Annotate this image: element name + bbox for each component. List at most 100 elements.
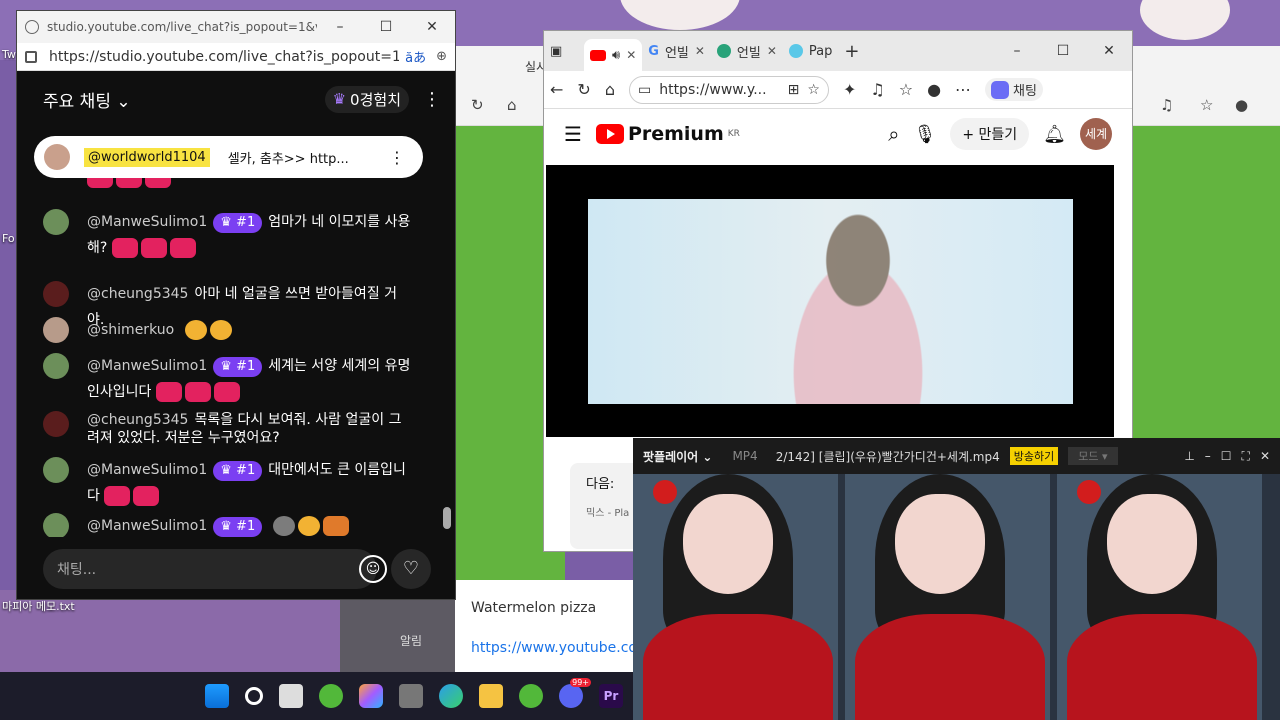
media-control-icon[interactable]: ♫ [870,80,884,99]
address-url[interactable]: https://www.y... [659,82,779,98]
tab-google[interactable]: G 언빌 ✕ [642,35,711,67]
chat-username[interactable]: @ManweSulimo1 [87,358,207,374]
live-chat-popup-window[interactable]: studio.youtube.com/live_chat?is_popout=1… [16,10,456,600]
favorites-icon[interactable]: ☆ [899,80,913,99]
chat-input[interactable]: 채팅... [43,549,377,589]
favorite-star-icon[interactable]: ☆ [807,82,820,98]
new-tab-button[interactable]: + [838,35,865,67]
store-icon[interactable] [399,684,423,708]
potplayer-window[interactable]: 팟플레이어 ⌄ MP4 2/142] [클립](우유)빨간가디건+세계.mp4 … [633,438,1280,720]
player-titlebar[interactable]: 팟플레이어 ⌄ MP4 2/142] [클립](우유)빨간가디건+세계.mp4 … [633,438,1280,474]
chat-username[interactable]: @ManweSulimo1 [87,214,207,230]
create-button[interactable]: + 만들기 [950,118,1030,150]
close-tab-icon[interactable]: ✕ [695,44,705,58]
minimize-button[interactable]: – [994,43,1040,59]
maximize-button[interactable]: ☐ [1221,449,1232,463]
maximize-button[interactable]: ☐ [1040,43,1086,59]
favorites-icon[interactable]: ☆ [1200,96,1213,114]
file-explorer-icon[interactable] [479,684,503,708]
avatar[interactable] [43,513,69,537]
edge-icon[interactable] [439,684,463,708]
home-icon[interactable]: ⌂ [605,80,615,99]
pinned-message[interactable]: @worldworld1104 셀카, 춤추>> http... ⋮ [34,136,423,178]
profile-icon[interactable]: ● [927,80,941,99]
more-options-icon[interactable]: ⋮ [423,89,441,110]
chat-username[interactable]: @shimerkuo [87,322,174,338]
task-view-icon[interactable] [279,684,303,708]
extension-icon[interactable]: ♫ [1160,96,1173,114]
chat-address-bar[interactable]: https://studio.youtube.com/live_chat?is_… [17,43,455,71]
player-menu[interactable]: 팟플레이어 ⌄ [643,448,712,465]
chat-username[interactable]: @cheung5345 [87,286,188,302]
heart-icon[interactable]: ♡ [391,549,431,589]
broadcast-button[interactable]: 방송하기 [1009,447,1059,465]
app-available-icon[interactable]: ⊞ [788,82,800,98]
avatar[interactable] [43,411,69,437]
lock-icon[interactable] [25,50,37,63]
close-tab-icon[interactable]: ✕ [767,44,777,58]
pinned-text[interactable]: 셀카, 춤추>> http... [228,148,389,167]
avatar[interactable] [43,457,69,483]
xp-badge[interactable]: ♛ 0경험치 [324,85,409,113]
emoji-picker-icon[interactable]: ☺ [359,555,387,583]
start-icon[interactable] [205,684,229,708]
app-icon[interactable] [519,684,543,708]
zoom-icon[interactable]: ⊕ [436,49,447,64]
avatar[interactable] [44,144,70,170]
back-icon[interactable]: ← [550,80,563,99]
background-link[interactable]: https://www.youtube.co [471,640,637,656]
address-bar[interactable]: ▭ https://www.y... ⊞ ☆ [628,75,829,104]
desktop-file-label[interactable]: 마피아 메모.txt [2,598,82,614]
chat-mode-dropdown[interactable]: 주요 채팅 ⌄ [43,87,325,112]
video-player[interactable] [546,165,1114,437]
extensions-icon[interactable]: ✦ [843,80,856,99]
refresh-icon[interactable]: ↻ [471,96,484,114]
close-button[interactable]: ✕ [1086,43,1132,59]
copilot-icon[interactable] [359,684,383,708]
search-icon[interactable]: ⌕ [888,122,899,146]
chat-scrollbar[interactable] [443,127,451,537]
player-video[interactable] [633,474,1280,720]
tab-actions-icon[interactable]: ▣ [544,35,584,67]
chat-url[interactable]: https://studio.youtube.com/live_chat?is_… [49,49,399,65]
home-icon[interactable]: ⌂ [507,96,517,114]
minimize-button[interactable]: – [1205,449,1211,463]
tab-chatgpt[interactable]: 언빌 ✕ [711,35,783,67]
premiere-icon[interactable]: Pr [599,684,623,708]
read-aloud-icon[interactable]: ăあ [405,47,426,66]
close-button[interactable]: ✕ [409,19,455,35]
app-icon[interactable] [319,684,343,708]
desktop-icon-label[interactable]: Fo [2,232,15,245]
avatar[interactable] [43,209,69,235]
youtube-premium-logo[interactable]: Premium KR [595,123,740,145]
chat-username[interactable]: @ManweSulimo1 [87,462,207,478]
microphone-icon[interactable]: 🎙︎ [913,124,936,145]
tab-papago[interactable]: Pap [783,35,838,67]
copilot-button[interactable]: 채팅 [985,78,1043,101]
site-info-icon[interactable]: ▭ [638,82,651,98]
scrollbar-thumb[interactable] [443,507,451,529]
menu-icon[interactable]: ☰ [564,122,582,146]
close-button[interactable]: ✕ [1260,449,1270,463]
minimize-button[interactable]: – [317,19,363,35]
profile-icon[interactable]: ● [1235,96,1248,114]
refresh-icon[interactable]: ↻ [577,80,590,99]
maximize-button[interactable]: ☐ [363,19,409,35]
pinned-username[interactable]: @worldworld1104 [84,147,210,167]
speaker-icon[interactable]: 🔊︎ [612,48,620,63]
mode-dropdown[interactable]: 모드 ▾ [1068,447,1118,465]
chat-username[interactable]: @cheung5345 [87,412,188,428]
pin-icon[interactable]: ⊥ [1184,449,1194,463]
avatar[interactable] [43,281,69,307]
avatar[interactable] [43,353,69,379]
chat-message-list[interactable]: @ManweSulimo1 ♛ #1 엄마가 네 이모지를 사용해? @cheung… [17,127,437,537]
avatar[interactable]: 세계 [1080,118,1112,150]
notifications-icon[interactable]: 🔔︎ [1043,124,1066,145]
avatar[interactable] [43,317,69,343]
chat-titlebar[interactable]: studio.youtube.com/live_chat?is_popout=1… [17,11,455,43]
desktop-icon-label[interactable]: Tw [2,48,16,61]
more-icon[interactable]: ⋯ [955,80,971,99]
more-options-icon[interactable]: ⋮ [389,148,405,167]
fullscreen-icon[interactable]: ⛶ [1242,449,1250,464]
discord-icon[interactable]: 99+ [559,678,591,708]
